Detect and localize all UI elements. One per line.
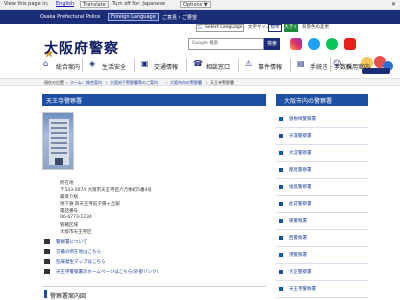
link-label: 天王寺警察署のホームページはこちら(外部リンク)	[56, 270, 159, 275]
link-about-station[interactable]: 警察署について	[44, 239, 87, 245]
nav-label: 事件情報	[258, 64, 283, 71]
alert-icon: ⚠	[245, 59, 253, 68]
sidebar-item[interactable]: 東警察署	[276, 213, 368, 230]
select-language-label: Select Language	[205, 25, 243, 30]
sidebar-item[interactable]: 港警察署	[276, 247, 368, 264]
nav-label: 交通情報	[154, 64, 179, 71]
sidebar-item-label: 此花警察署	[289, 202, 312, 207]
document-icon: ▤	[297, 59, 305, 68]
link-station-homepage[interactable]: 天王寺警察署のホームページはこちら(外部リンク)	[44, 269, 158, 275]
breadcrumb-current: 天王寺警察署	[210, 80, 234, 85]
info-label-jurisdiction: 管轄区域	[60, 223, 78, 228]
file-icon	[44, 239, 50, 244]
google-g-icon: G	[198, 25, 202, 31]
section-heading: 警察署案内図	[42, 286, 266, 300]
info-phone: 06-6773-1234	[60, 215, 92, 220]
info-jurisdiction: 大阪市天王寺区	[60, 230, 92, 235]
text-size-standard-button[interactable]: 標準	[268, 24, 282, 32]
nav-label: 生活安全	[102, 64, 127, 71]
police-station-photo	[42, 112, 74, 170]
translate-bar: View this page in: English Translate Tur…	[0, 0, 400, 10]
sidebar-item[interactable]: 福島警察署	[276, 179, 368, 196]
info-label-phone: 電話番号	[60, 209, 78, 214]
sidebar-item-label: 曽根崎警察署	[289, 117, 316, 122]
translate-view-label: View this page in:	[4, 1, 49, 7]
twitter-icon[interactable]	[308, 38, 320, 50]
sidebar-item[interactable]: 大正警察署	[276, 264, 368, 281]
external-link-icon	[44, 269, 50, 274]
sidebar-item[interactable]: 大淀警察署	[276, 145, 368, 162]
close-icon[interactable]: ✕	[391, 1, 396, 8]
instagram-icon[interactable]	[290, 38, 302, 50]
page-title: 天王寺警察署	[46, 98, 83, 105]
map-icon	[44, 259, 50, 264]
link-label: 警察署について	[56, 240, 88, 245]
sidebar-item[interactable]: 此花警察署	[276, 196, 368, 213]
sidebar-item[interactable]: 天満警察署	[276, 128, 368, 145]
breadcrumb: 現在の位置 › ホーム › 総合案内 › 大阪府下警察署等のご案内 › 大阪市内…	[0, 78, 400, 86]
nav-item-general[interactable]: ⌂ 総合案内	[40, 56, 80, 76]
background-color-button[interactable]: 背景色の変更	[302, 24, 329, 32]
nav-item-safety[interactable]: ◈ 生活安全	[86, 56, 132, 76]
sidebar-title: 大阪市内の警察署	[284, 98, 333, 105]
sidebar-item-label: 大淀警察署	[289, 151, 312, 156]
nav-item-consultation[interactable]: ☎ 相談窓口	[190, 56, 236, 76]
sidebar-item-label: 東警察署	[289, 219, 307, 224]
car-icon: ▣	[141, 59, 149, 68]
breadcrumb-osaka-city[interactable]: 大阪市内の警察署	[170, 80, 202, 86]
sidebar-title-bar: 大阪市内の警察署	[276, 94, 368, 106]
info-label-station: 最寄り駅	[60, 195, 78, 200]
nav-label: 総合案内	[56, 64, 81, 71]
info-label-address: 所在地	[60, 181, 74, 186]
person-icon: ☺	[333, 59, 342, 68]
shield-icon: ◈	[89, 59, 96, 68]
line-icon[interactable]	[326, 38, 338, 50]
file-icon	[44, 249, 50, 254]
search-input[interactable]: Google 検索	[188, 38, 264, 50]
site-logo[interactable]: 大阪府警察	[44, 38, 119, 58]
link-label: 犯罪発生マップはこちら	[56, 260, 106, 265]
sidebar-item-label: 都島警察署	[289, 168, 312, 173]
sidebar-item[interactable]: 天王寺警察署	[276, 281, 368, 298]
nav-item-traffic[interactable]: ▣ 交通情報	[138, 56, 184, 76]
nav-label: 相談窓口	[206, 64, 231, 71]
link-koban-location[interactable]: 交番の所在地はこちら	[44, 249, 101, 255]
phone-icon: ☎	[193, 59, 203, 68]
site-name: Osaka Prefectural Police	[40, 14, 101, 20]
translate-turn-off-label[interactable]: Turn off for: Japanese	[112, 1, 165, 8]
link-crime-map[interactable]: 犯罪発生マップはこちら	[44, 259, 106, 265]
search-button[interactable]: 検索	[264, 38, 280, 50]
nav-label: 採用案内	[346, 64, 371, 71]
sidebar-item-label: 天満警察署	[289, 134, 312, 139]
page-title-bar: 天王寺警察署	[42, 94, 266, 106]
text-size-large-button[interactable]: 大きく	[284, 24, 298, 32]
translate-button[interactable]: Translate	[80, 1, 109, 8]
translate-options-button[interactable]: Options ▼	[180, 1, 211, 8]
sidebar-item[interactable]: 西警察署	[276, 230, 368, 247]
home-icon: ⌂	[43, 59, 49, 68]
info-address: 〒543-0074 大阪市天王寺区六万体町5番4号	[60, 188, 152, 193]
breadcrumb-label: 現在の位置	[44, 80, 64, 85]
sidebar-item-label: 西警察署	[289, 236, 307, 241]
sidebar-item[interactable]: 曽根崎警察署	[276, 111, 368, 128]
select-language-dropdown[interactable]: G Select Language	[196, 24, 244, 32]
link-label: 交番の所在地はこちら	[56, 250, 101, 255]
info-station: 地下鉄 四天王寺前夕陽ヶ丘駅	[60, 202, 120, 207]
feedback-link[interactable]: ご意見・ご要望	[162, 14, 197, 21]
foreign-language-button[interactable]: Foreign Language	[108, 13, 159, 21]
breadcrumb-general[interactable]: 総合案内	[86, 80, 102, 86]
breadcrumb-home[interactable]: ホーム	[70, 80, 82, 86]
sidebar-item[interactable]: 都島警察署	[276, 162, 368, 179]
top-strip: Osaka Prefectural Police Foreign Languag…	[0, 10, 400, 24]
sidebar-item-label: 大正警察署	[289, 270, 312, 275]
translate-language-link[interactable]: English	[56, 1, 74, 8]
sidebar-item-label: 天王寺警察署	[289, 287, 316, 292]
sidebar-item-label: 福島警察署	[289, 185, 312, 190]
nav-item-incidents[interactable]: ⚠ 事件情報	[242, 56, 288, 76]
sidebar-item-label: 港警察署	[289, 253, 307, 258]
youtube-icon[interactable]	[344, 38, 356, 50]
nav-item-recruitment[interactable]: ☺ 採用案内	[330, 56, 370, 76]
section-title: 警察署案内図	[50, 293, 87, 300]
breadcrumb-stations[interactable]: 大阪府下警察署等のご案内	[110, 80, 158, 86]
